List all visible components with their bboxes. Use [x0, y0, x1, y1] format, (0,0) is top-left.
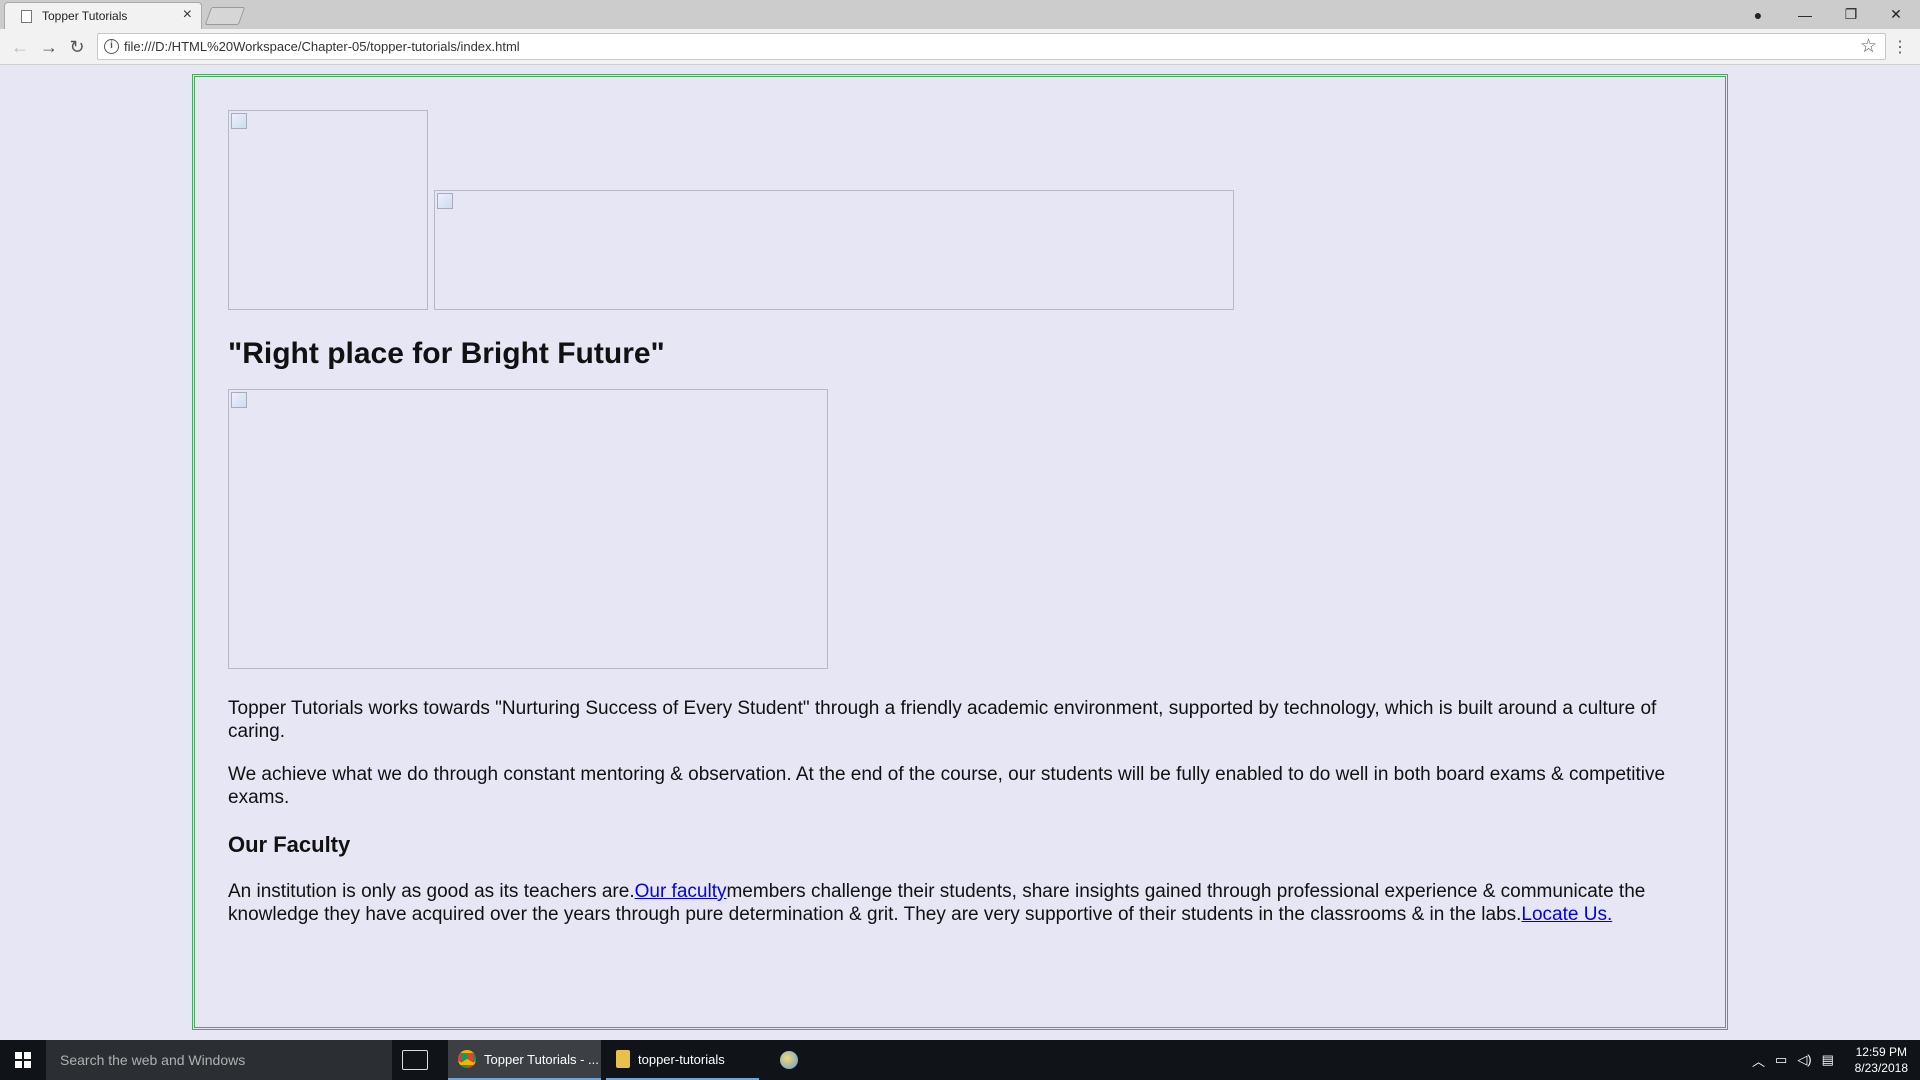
- faculty-paragraph: An institution is only as good as its te…: [228, 880, 1698, 926]
- windows-logo-icon: [15, 1052, 31, 1068]
- page-viewport: "Right place for Bright Future" Topper T…: [0, 65, 1920, 1040]
- back-button[interactable]: ←: [9, 36, 31, 58]
- paint-icon: [780, 1051, 798, 1069]
- address-bar[interactable]: i file:///D:/HTML%20Workspace/Chapter-05…: [97, 33, 1886, 60]
- faculty-text-before: An institution is only as good as its te…: [228, 881, 635, 902]
- chrome-icon: [458, 1050, 476, 1068]
- forward-button[interactable]: →: [38, 36, 60, 58]
- locate-us-link[interactable]: Locate Us.: [1521, 904, 1612, 925]
- minimize-button[interactable]: —: [1783, 0, 1827, 29]
- tab-strip: Topper Tutorials × ● — ❐ ✕: [0, 0, 1920, 29]
- notifications-icon[interactable]: ▤: [1822, 1052, 1834, 1068]
- campus-image: [228, 389, 828, 669]
- slogan-heading: "Right place for Bright Future": [228, 337, 665, 370]
- clock[interactable]: 12:59 PM 8/23/2018: [1855, 1044, 1908, 1076]
- clock-time: 12:59 PM: [1855, 1045, 1907, 1059]
- task-view-icon[interactable]: [402, 1050, 428, 1070]
- volume-icon[interactable]: ◁): [1797, 1052, 1811, 1068]
- clock-date: 8/23/2018: [1854, 1061, 1908, 1075]
- taskbar-item-paint[interactable]: [766, 1040, 812, 1080]
- restore-button[interactable]: ❐: [1829, 0, 1873, 29]
- page-icon: [21, 10, 32, 23]
- faculty-heading: Our Faculty: [228, 832, 351, 857]
- taskbar-item-label: Topper Tutorials - ...: [484, 1051, 599, 1067]
- content-container: "Right place for Bright Future" Topper T…: [192, 74, 1728, 1030]
- network-icon[interactable]: ▭: [1775, 1052, 1787, 1068]
- banner-image: [434, 190, 1234, 310]
- our-faculty-link[interactable]: Our faculty: [635, 881, 727, 902]
- reload-button[interactable]: ↻: [66, 36, 88, 58]
- system-tray: ︿ ▭ ◁) ▤: [1752, 1040, 1834, 1080]
- tab-title: Topper Tutorials: [42, 9, 128, 23]
- taskbar: Search the web and Windows Topper Tutori…: [0, 1040, 1920, 1080]
- browser-toolbar: ← → ↻ i file:///D:/HTML%20Workspace/Chap…: [0, 29, 1920, 65]
- account-icon[interactable]: ●: [1736, 0, 1780, 29]
- close-tab-icon[interactable]: ×: [183, 7, 192, 23]
- browser-tab[interactable]: Topper Tutorials ×: [4, 2, 202, 29]
- bookmark-star-icon[interactable]: ☆: [1860, 35, 1877, 58]
- chevron-up-icon[interactable]: ︿: [1752, 1051, 1765, 1070]
- close-window-button[interactable]: ✕: [1874, 0, 1918, 29]
- intro-paragraph: Topper Tutorials works towards "Nurturin…: [228, 698, 1657, 742]
- browser-menu-icon[interactable]: ⋮: [1892, 37, 1908, 57]
- search-placeholder: Search the web and Windows: [60, 1052, 246, 1068]
- url-text[interactable]: file:///D:/HTML%20Workspace/Chapter-05/t…: [124, 39, 520, 54]
- taskbar-item-label: topper-tutorials: [638, 1051, 725, 1067]
- new-tab-button[interactable]: [204, 7, 246, 25]
- taskbar-item-chrome[interactable]: Topper Tutorials - ...: [448, 1040, 601, 1080]
- start-button[interactable]: [0, 1040, 46, 1080]
- folder-icon: [616, 1050, 630, 1068]
- taskbar-search[interactable]: Search the web and Windows: [46, 1040, 392, 1080]
- logo-image: [228, 110, 428, 310]
- mission-paragraph: We achieve what we do through constant m…: [228, 764, 1666, 808]
- info-icon[interactable]: i: [104, 39, 119, 54]
- taskbar-item-folder[interactable]: topper-tutorials: [606, 1040, 759, 1080]
